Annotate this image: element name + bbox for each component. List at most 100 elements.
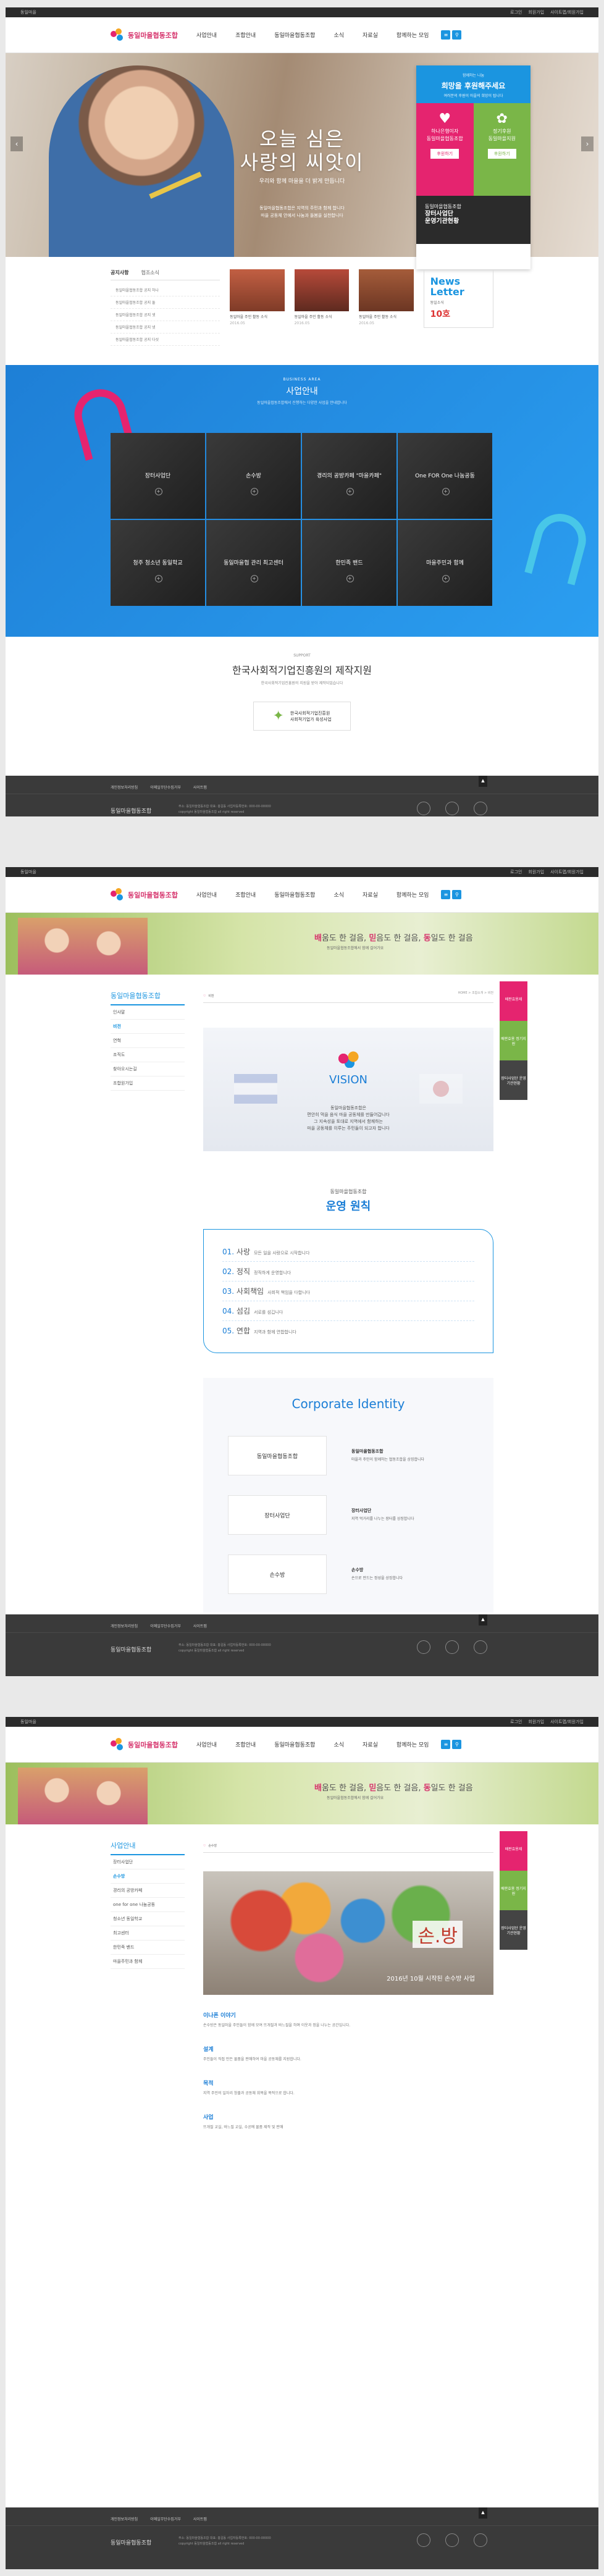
sub-banner: 배움도 한 걸음, 믿음도 한 걸음, 동일도 한 걸음 동일마을협동조합에서 … [6,1763,598,1824]
nav-together[interactable]: 함께하는 모임 [396,1740,429,1748]
tab-coop-news[interactable]: 협조소식 [141,269,159,276]
donate-card-1[interactable]: ♥ 하나은행이자 동일마을협동조합 후원하기 [416,103,474,196]
logo[interactable]: 동일마을협동조합 [111,28,178,42]
nav-together[interactable]: 함께하는 모임 [396,31,429,39]
top-button[interactable]: ▲ [479,776,487,787]
search-icon[interactable]: ⚲ [452,30,462,40]
nav-dongil[interactable]: 동일마을협동조합 [274,891,315,899]
privacy-link[interactable]: 개인정보처리방침 [111,2516,138,2525]
privacy-link[interactable]: 개인정보처리방침 [111,1623,138,1632]
side-item[interactable]: one for one 나눔공동 [111,1898,185,1912]
side-item-active[interactable]: 비전 [111,1020,185,1034]
news-thumb[interactable]: 동일마을 주민 활동 소식 2016.05 [359,269,414,353]
biz-item[interactable]: 경리의 공방카페 "마을카페" [302,433,396,519]
biz-item[interactable]: 청주 청소년 동일학교 [111,520,205,606]
quick-item[interactable]: 장터사업단 운영기관현황 [500,1060,527,1100]
newsletter[interactable]: News Letter 동일소식 10호 [423,269,493,328]
next-arrow-icon[interactable]: › [581,136,594,151]
nav-dongil[interactable]: 동일마을협동조합 [274,31,315,39]
side-item[interactable]: 연혁 [111,1034,185,1048]
nav-dongil[interactable]: 동일마을협동조합 [274,1740,315,1748]
nav-together[interactable]: 함께하는 모임 [396,891,429,899]
tab-notice[interactable]: 공지사항 [111,269,128,276]
notice-item[interactable]: 동일마을협동조합 공지 셋 [111,309,220,321]
biz-item[interactable]: 동일마을협 관리 최고센터 [206,520,301,606]
menu-icon[interactable]: ≡ [441,30,451,40]
logo[interactable]: 동일마을협동조합 [111,887,178,902]
report-link[interactable]: 동일마을협동조합 장터사업단 운영기관현황 [416,196,531,244]
side-item-active[interactable]: 손수방 [111,1869,185,1884]
email-link[interactable]: 이메일무단수집거부 [150,1623,181,1632]
donate-button-1[interactable]: 후원하기 [430,149,459,159]
side-item[interactable]: 마을주민과 함께 [111,1955,185,1969]
news-thumb[interactable]: 동일마을 주민 활동 소식 2016.05 [294,269,350,353]
logo[interactable]: 동일마을협동조합 [111,1737,178,1752]
side-item[interactable]: 경리의 공방카페 [111,1884,185,1898]
nav-archive[interactable]: 자료실 [363,891,378,899]
biz-item[interactable]: 손수방 [206,433,301,519]
side-item[interactable]: 찾아오시는길 [111,1062,185,1076]
search-icon[interactable]: ⚲ [452,890,462,899]
nav-coop[interactable]: 조합안내 [235,31,256,39]
nav-news[interactable]: 소식 [333,31,344,39]
login-link[interactable]: 로그인 [510,9,522,15]
side-item[interactable]: 청소년 동일학교 [111,1912,185,1926]
donate-card-2[interactable]: ✿ 정기후원 동일마을지원 후원하기 [473,103,531,196]
quick-item[interactable]: 배판효용 정기지원 [500,1021,527,1060]
top-button[interactable]: ▲ [479,1614,487,1626]
notice-item[interactable]: 동일마을협동조합 공지 다섯 [111,334,220,346]
nav-archive[interactable]: 자료실 [363,31,378,39]
side-item[interactable]: 조합원가입 [111,1076,185,1091]
support-banner[interactable]: ✦ 한국사회적기업진흥원 사회적기업가 육성사업 [253,702,351,731]
side-item[interactable]: 조직도 [111,1048,185,1062]
nav-business[interactable]: 사업안내 [196,1740,217,1748]
sitemap-link[interactable]: 사이트맵/회원가입 [550,9,584,15]
main-content: ♡ 손수방 손.방 2016년 10월 시작된 손수방 사업 이나폰 이야기 손수방… [203,1840,493,2131]
quick-item[interactable]: 배판효용제 [500,981,527,1021]
side-item[interactable]: 한민족 밴드 [111,1940,185,1955]
nav-coop[interactable]: 조합안내 [235,1740,256,1748]
notice-item[interactable]: 동일마을협동조합 공지 넷 [111,321,220,334]
top-button[interactable]: ▲ [479,2507,487,2519]
email-link[interactable]: 이메일무단수집거부 [150,784,181,794]
notice-item[interactable]: 동일마을협동조합 공지 둘 [111,296,220,309]
biz-item[interactable]: 장터사업단 [111,433,205,519]
search-icon[interactable]: ⚲ [452,1740,462,1749]
nav-news[interactable]: 소식 [333,891,344,899]
side-item[interactable]: 인사말 [111,1005,185,1020]
join-link[interactable]: 회원가입 [528,9,544,15]
prev-arrow-icon[interactable]: ‹ [10,136,23,151]
sitemap-footer-link[interactable]: 사이트맵 [193,784,207,794]
news-thumb[interactable]: 동일마을 주민 활동 소식 2016.05 [230,269,285,353]
join-link[interactable]: 회원가입 [528,1719,544,1725]
nav-news[interactable]: 소식 [333,1740,344,1748]
privacy-link[interactable]: 개인정보처리방침 [111,784,138,794]
login-link[interactable]: 로그인 [510,869,522,875]
menu-icon[interactable]: ≡ [441,1740,451,1749]
join-link[interactable]: 회원가입 [528,869,544,875]
nav-coop[interactable]: 조합안내 [235,891,256,899]
biz-item[interactable]: One FOR One 나눔공동 [398,433,492,519]
donate-button-2[interactable]: 후원하기 [487,149,516,159]
biz-item[interactable]: 한민족 밴드 [302,520,396,606]
biz-item[interactable]: 마을주민과 함께 [398,520,492,606]
menu-icon[interactable]: ≡ [441,890,451,899]
nav-archive[interactable]: 자료실 [363,1740,378,1748]
side-item[interactable]: 최고센터 [111,1926,185,1940]
nav-business[interactable]: 사업안내 [196,31,217,39]
vision-desc: 동일마을협동조합은 편안히 먹을 음식 마을 공동체를 만들어갑니다 그 지속성을 … [307,1105,390,1131]
quick-item[interactable]: 배판효용제 [500,1831,527,1871]
sitemap-footer-link[interactable]: 사이트맵 [193,2516,207,2525]
news-section: 공지사항 협조소식 동일마을협동조합 공지 하나 동일마을협동조합 공지 둘 동일… [6,257,598,365]
notice-item[interactable]: 동일마을협동조합 공지 하나 [111,284,220,296]
login-link[interactable]: 로그인 [510,1719,522,1725]
quick-item[interactable]: 배판효용 정기지원 [500,1871,527,1910]
sitemap-footer-link[interactable]: 사이트맵 [193,1623,207,1632]
gift-icon: ✿ [496,111,508,127]
sitemap-link[interactable]: 사이트맵/회원가입 [550,869,584,875]
email-link[interactable]: 이메일무단수집거부 [150,2516,181,2525]
nav-business[interactable]: 사업안내 [196,891,217,899]
side-item[interactable]: 장터사업단 [111,1855,185,1869]
sitemap-link[interactable]: 사이트맵/회원가입 [550,1719,584,1725]
quick-item[interactable]: 장터사업단 운영기관현황 [500,1910,527,1950]
